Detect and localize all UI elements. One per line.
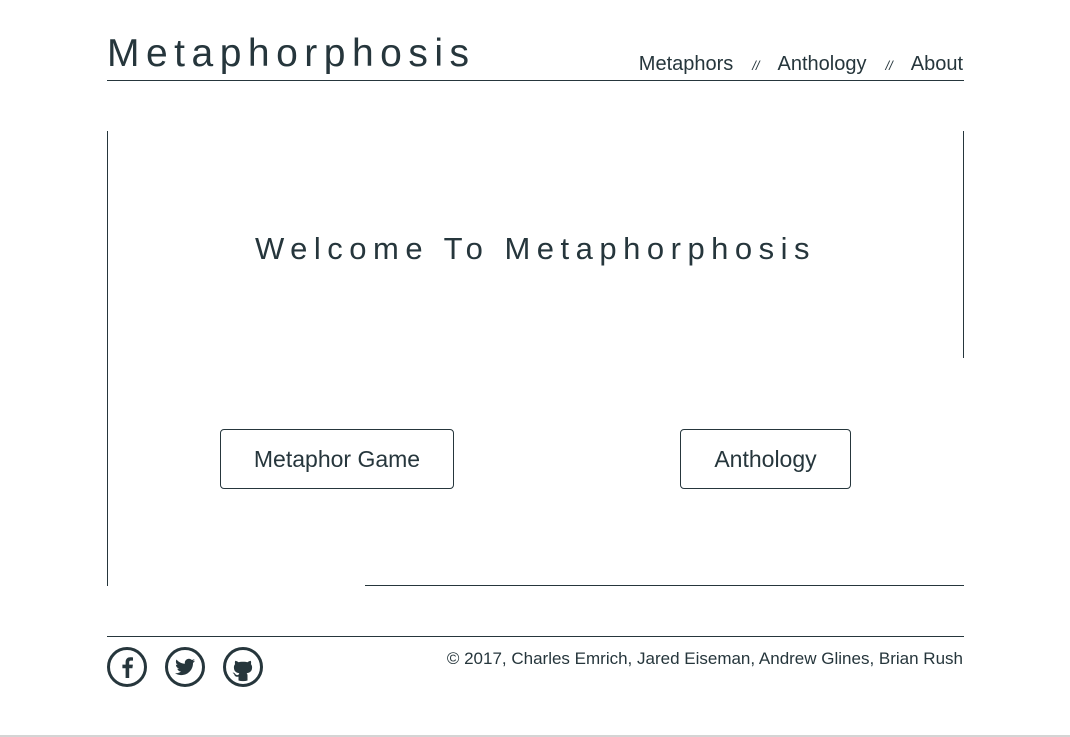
header-divider: [107, 80, 964, 81]
metaphor-game-button[interactable]: Metaphor Game: [220, 429, 454, 489]
nav-link-about[interactable]: About: [911, 51, 963, 77]
frame-line-right: [963, 131, 964, 358]
footer-divider: [107, 636, 964, 637]
facebook-icon[interactable]: [107, 647, 147, 687]
frame-line-left: [107, 131, 108, 586]
twitter-icon[interactable]: [165, 647, 205, 687]
nav-link-anthology[interactable]: Anthology: [778, 51, 867, 77]
welcome-heading: Welcome To Metaphorphosis: [254, 231, 817, 266]
frame-line-bottom: [365, 585, 964, 586]
site-title: Metaphorphosis: [107, 32, 476, 75]
github-icon[interactable]: [223, 647, 263, 687]
nav-separator: //: [752, 58, 760, 73]
nav-link-metaphors[interactable]: Metaphors: [639, 51, 734, 77]
main-nav: Metaphors // Anthology // About: [639, 51, 963, 79]
social-links: [107, 647, 263, 687]
nav-separator: //: [885, 58, 893, 73]
copyright-text: © 2017, Charles Emrich, Jared Eiseman, A…: [446, 649, 963, 668]
anthology-button[interactable]: Anthology: [680, 429, 851, 489]
